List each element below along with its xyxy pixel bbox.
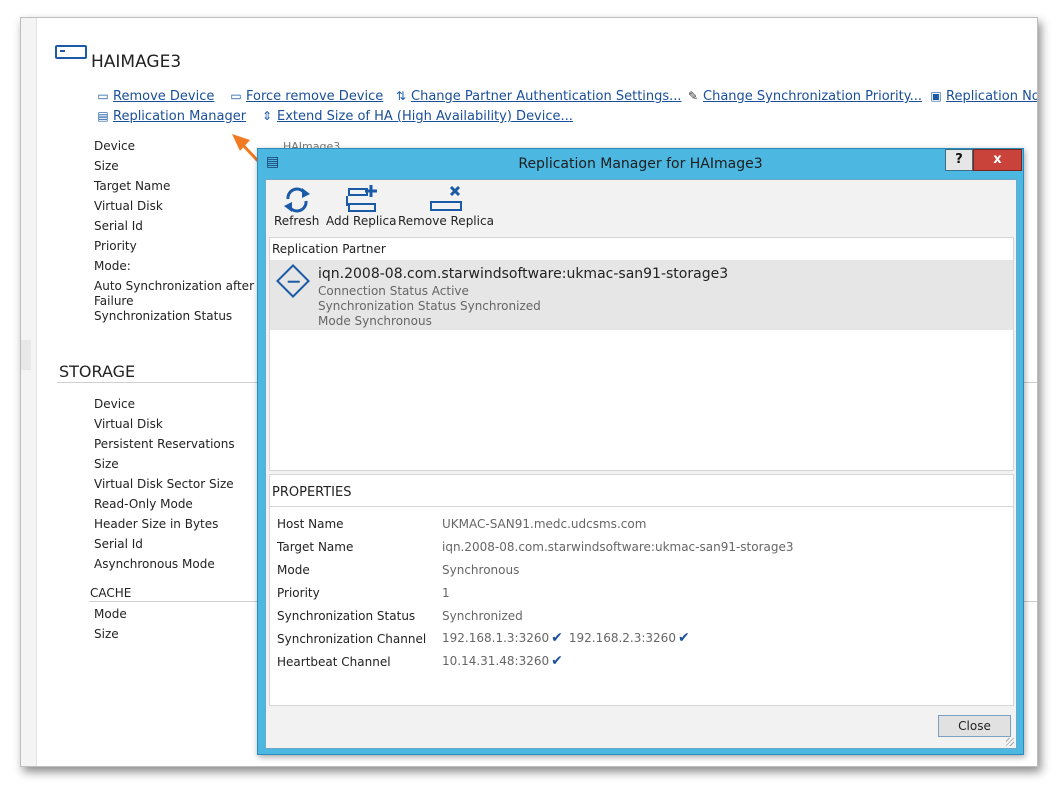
label-auto-sync: Auto Synchronization after xyxy=(94,279,254,293)
prop-key-target-name: Target Name xyxy=(277,540,354,554)
prop-value-mode: Synchronous xyxy=(442,563,520,577)
refresh-button[interactable]: Refresh xyxy=(274,184,319,228)
prop-value-heartbeat-channel: 10.14.31.48:3260 ✔ xyxy=(442,653,569,669)
cache-divider-right xyxy=(1023,601,1037,602)
extend-size-link[interactable]: ⇕ Extend Size of HA (High Availability) D… xyxy=(259,109,573,124)
remove-replica-button[interactable]: Remove Replica xyxy=(398,184,494,228)
heartbeat-channel-1: 10.14.31.48:3260 xyxy=(442,654,550,668)
close-button[interactable]: Close xyxy=(938,715,1011,737)
label-device: Device xyxy=(94,139,136,153)
partner-sync-status: Synchronization Status Synchronized xyxy=(318,299,541,313)
checkmark-icon: ✔ xyxy=(551,630,563,646)
left-rail-handle[interactable] xyxy=(21,340,31,370)
remove-device-label: Remove Device xyxy=(113,89,215,104)
close-window-button[interactable]: x xyxy=(973,149,1022,171)
auth-settings-icon: ⇅ xyxy=(395,89,407,103)
extend-size-label: Extend Size of HA (High Availability) De… xyxy=(277,109,573,124)
dialog-title: Replication Manager for HAImage3 xyxy=(518,156,763,172)
partner-connection-status: Connection Status Active xyxy=(318,284,469,298)
remove-device-icon: ▭ xyxy=(97,89,109,103)
replication-manager-dialog: ▤ Replication Manager for HAImage3 ? x R… xyxy=(257,148,1024,755)
prop-value-sync-channel: 192.168.1.3:3260 ✔ 192.168.2.3:3260 ✔ xyxy=(442,630,696,646)
storage-label-size: Size xyxy=(94,457,119,471)
label-mode: Mode: xyxy=(94,259,131,273)
cache-section-title: CACHE xyxy=(90,586,132,600)
replication-manager-label: Replication Manager xyxy=(113,109,247,124)
replication-manager-link[interactable]: ▤ Replication Manager xyxy=(95,109,246,124)
prop-value-host-name: UKMAC-SAN91.medc.udcsms.com xyxy=(442,517,647,531)
add-replica-icon xyxy=(326,184,396,214)
replication-partner-list: Replication Partner iqn.2008-08.com.star… xyxy=(269,237,1014,471)
replication-partner-header: Replication Partner xyxy=(272,242,386,256)
change-partner-auth-label: Change Partner Authentication Settings..… xyxy=(411,89,682,104)
prop-key-sync-channel: Synchronization Channel xyxy=(277,632,427,646)
storage-label-device: Device xyxy=(94,397,136,411)
label-serial-id: Serial Id xyxy=(94,219,143,233)
cache-label-size: Size xyxy=(94,627,119,641)
storage-label-header-size: Header Size in Bytes xyxy=(94,517,219,531)
force-remove-device-link[interactable]: ▭ Force remove Device xyxy=(228,89,383,104)
remove-replica-label: Remove Replica xyxy=(398,214,494,228)
label-sync-status: Synchronization Status xyxy=(94,309,233,323)
storage-label-async-mode: Asynchronous Mode xyxy=(94,557,215,571)
cache-label-mode: Mode xyxy=(94,607,127,621)
label-size: Size xyxy=(94,159,119,173)
prop-key-host-name: Host Name xyxy=(277,517,344,531)
prop-key-mode: Mode xyxy=(277,563,310,577)
device-icon xyxy=(55,45,87,59)
left-scroll-rail xyxy=(21,18,37,766)
checkmark-icon: ✔ xyxy=(677,630,690,646)
device-title: HAIMAGE3 xyxy=(91,52,182,72)
replication-manager-icon: ▤ xyxy=(97,109,109,123)
add-replica-label: Add Replica xyxy=(326,214,397,228)
change-sync-priority-label: Change Synchronization Priority... xyxy=(703,89,922,104)
force-remove-device-label: Force remove Device xyxy=(246,89,384,104)
remove-replica-icon xyxy=(398,184,494,214)
storage-divider-right xyxy=(1023,382,1037,383)
properties-divider xyxy=(270,506,1013,507)
partner-mode: Mode Synchronous xyxy=(318,314,432,328)
partner-diamond-icon xyxy=(276,264,310,298)
change-partner-auth-link[interactable]: ⇅ Change Partner Authentication Settings.… xyxy=(393,89,682,104)
refresh-icon xyxy=(274,184,319,214)
properties-panel: PROPERTIES Host Name UKMAC-SAN91.medc.ud… xyxy=(269,474,1014,706)
prop-key-heartbeat-channel: Heartbeat Channel xyxy=(277,655,391,669)
sync-channel-1: 192.168.1.3:3260 xyxy=(442,631,550,645)
add-replica-button[interactable]: Add Replica xyxy=(326,184,396,228)
storage-divider xyxy=(57,382,257,383)
storage-label-virtual-disk: Virtual Disk xyxy=(94,417,163,431)
partner-name: iqn.2008-08.com.starwindsoftware:ukmac-s… xyxy=(318,266,729,282)
prop-key-sync-status: Synchronization Status xyxy=(277,609,416,623)
label-priority: Priority xyxy=(94,239,137,253)
extend-size-icon: ⇕ xyxy=(261,109,273,123)
remove-device-link[interactable]: ▭ Remove Device xyxy=(95,89,214,104)
resize-grip[interactable] xyxy=(1006,738,1014,746)
replication-partner-item[interactable]: iqn.2008-08.com.starwindsoftware:ukmac-s… xyxy=(270,260,1013,330)
storage-label-read-only: Read-Only Mode xyxy=(94,497,193,511)
checkmark-icon: ✔ xyxy=(551,653,563,669)
prop-value-target-name: iqn.2008-08.com.starwindsoftware:ukmac-s… xyxy=(442,540,794,554)
refresh-label: Refresh xyxy=(274,214,320,228)
replication-node-link[interactable]: ▣ Replication No xyxy=(928,89,1038,104)
dialog-client-area: Refresh Add Replica Remove Replica Repli… xyxy=(265,179,1017,749)
storage-label-persistent-reservations: Persistent Reservations xyxy=(94,437,235,451)
label-target-name: Target Name xyxy=(94,179,171,193)
replication-node-label: Replication No xyxy=(946,89,1038,104)
storage-section-title: STORAGE xyxy=(59,362,136,381)
prop-value-sync-status: Synchronized xyxy=(442,609,523,623)
help-button[interactable]: ? xyxy=(945,149,973,171)
properties-header: PROPERTIES xyxy=(272,485,352,500)
prop-key-priority: Priority xyxy=(277,586,320,600)
wrench-icon: ✎ xyxy=(687,89,699,103)
label-virtual-disk: Virtual Disk xyxy=(94,199,163,213)
cache-divider xyxy=(89,601,257,602)
prop-value-priority: 1 xyxy=(442,586,450,600)
storage-label-sector-size: Virtual Disk Sector Size xyxy=(94,477,234,491)
replication-node-icon: ▣ xyxy=(930,89,942,103)
change-sync-priority-link[interactable]: ✎ Change Synchronization Priority... xyxy=(685,89,922,104)
sync-channel-2: 192.168.2.3:3260 xyxy=(568,631,676,645)
label-failure: Failure xyxy=(94,294,134,308)
force-remove-icon: ▭ xyxy=(230,89,242,103)
storage-label-serial-id: Serial Id xyxy=(94,537,143,551)
